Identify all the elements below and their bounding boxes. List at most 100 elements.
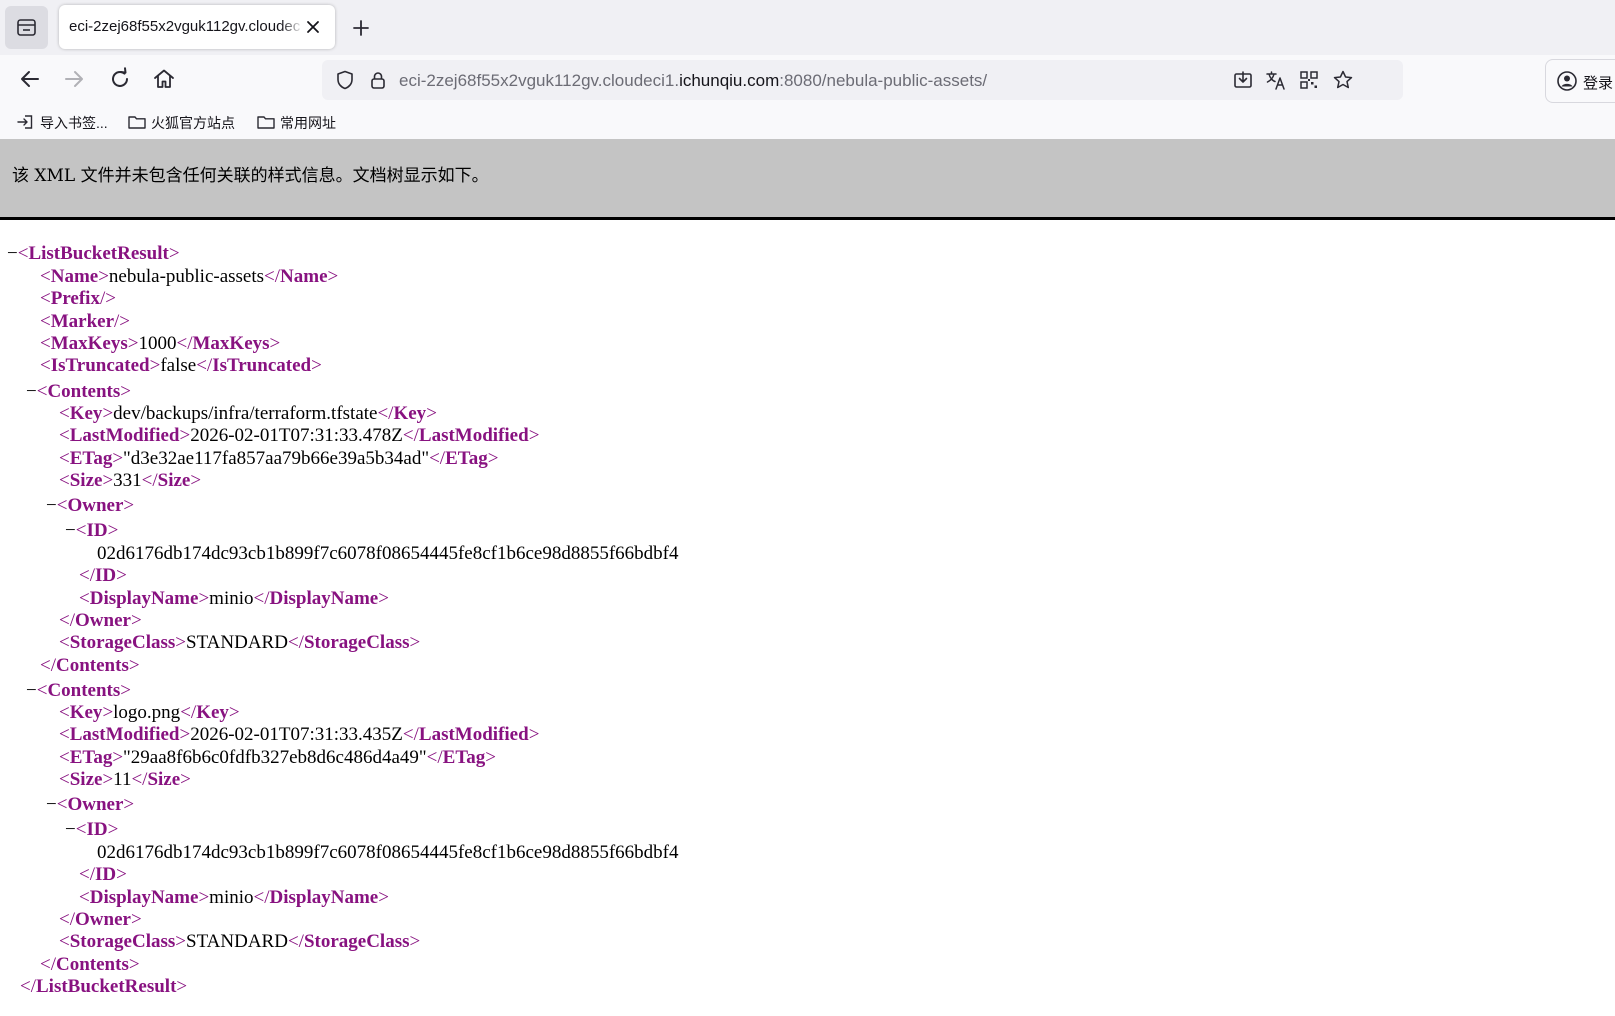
collapse-toggle[interactable]: − <box>46 495 57 516</box>
collapse-toggle[interactable]: − <box>7 243 18 264</box>
xml-document-tree: −<ListBucketResult> <Name>nebula-public-… <box>0 220 1615 1016</box>
xml-root-close: </ListBucketResult> <box>20 976 188 997</box>
xml-style-notice: 该 XML 文件并未包含任何关联的样式信息。文档树显示如下。 <box>0 139 1615 220</box>
xml-etag-value: "29aa8f6b6c0fdfb327eb8d6c486d4a49" <box>123 747 427 768</box>
tab-list-icon <box>17 19 36 36</box>
bookmarks-toolbar: 导入书签... 火狐官方站点 常用网址 <box>0 103 1615 139</box>
import-icon <box>17 115 33 129</box>
home-icon <box>154 69 174 88</box>
xml-owner-close: </Owner> <box>59 909 142 930</box>
xml-owner-open: −<Owner> <box>46 794 135 815</box>
xml-id-close: </ID> <box>79 565 127 586</box>
xml-etag-value: "d3e32ae117fa857aa79b66e39a5b34ad" <box>123 448 430 469</box>
xml-id-close: </ID> <box>79 864 127 885</box>
xml-storageclass-element: <StorageClass>STANDARD</StorageClass> <box>59 632 421 653</box>
xml-size-value: 331 <box>113 470 142 491</box>
url-path: :8080/nebula-public-assets/ <box>779 71 988 90</box>
xml-root-open: −<ListBucketResult> <box>7 243 180 264</box>
reload-icon <box>112 67 128 87</box>
collapse-toggle[interactable]: − <box>46 794 57 815</box>
collapse-toggle[interactable]: − <box>26 381 37 402</box>
home-button[interactable] <box>150 65 178 93</box>
xml-size-element: <Size>11</Size> <box>59 769 191 790</box>
navigation-toolbar: eci-2zej68f55x2vguk112gv.cloudeci1.ichun… <box>0 55 1615 103</box>
xml-displayname-value: minio <box>209 887 254 908</box>
login-label: 登录 <box>1583 75 1614 92</box>
back-button[interactable] <box>16 65 44 93</box>
xml-etag-element: <ETag>"d3e32ae117fa857aa79b66e39a5b34ad"… <box>59 448 499 469</box>
active-tab[interactable]: eci-2zej68f55x2vguk112gv.cloudeci1.ichun… <box>59 5 335 49</box>
url-subdomain: eci-2zej68f55x2vguk112gv.cloudeci1. <box>399 71 680 90</box>
bookmark-folder-label: 常用网址 <box>280 115 336 131</box>
xml-lastmodified-element: <LastModified>2026-02-01T07:31:33.435Z</… <box>59 724 540 745</box>
tab-list-button[interactable] <box>5 6 48 49</box>
xml-maxkeys-element: <MaxKeys>1000</MaxKeys> <box>40 333 281 354</box>
xml-displayname-element: <DisplayName>minio</DisplayName> <box>79 887 389 908</box>
xml-key-element: <Key>logo.png</Key> <box>59 702 240 723</box>
xml-tag: ListBucketResult <box>36 976 177 997</box>
xml-tag: ListBucketResult <box>28 243 169 264</box>
back-arrow-icon <box>21 71 39 87</box>
xml-lastmodified-value: 2026-02-01T07:31:33.478Z <box>190 425 403 446</box>
tab-title: eci-2zej68f55x2vguk112gv.cloudeci1.ichun… <box>69 18 301 35</box>
xml-maxkeys-value: 1000 <box>138 333 177 354</box>
xml-key-value: logo.png <box>113 702 181 723</box>
collapse-toggle[interactable]: − <box>65 520 76 541</box>
account-avatar-icon <box>1557 71 1577 91</box>
xml-key-value: dev/backups/infra/terraform.tfstate <box>113 403 378 424</box>
forward-arrow-icon <box>65 71 83 87</box>
tab-close-button[interactable] <box>303 17 323 37</box>
xml-contents-open: −<Contents> <box>26 680 131 701</box>
xml-etag-element: <ETag>"29aa8f6b6c0fdfb327eb8d6c486d4a49"… <box>59 747 496 768</box>
plus-icon <box>353 20 369 36</box>
xml-style-notice-text: 该 XML 文件并未包含任何关联的样式信息。文档树显示如下。 <box>12 166 489 186</box>
collapse-toggle[interactable]: − <box>65 819 76 840</box>
xml-lastmodified-element: <LastModified>2026-02-01T07:31:33.478Z</… <box>59 425 540 446</box>
xml-id-open: −<ID> <box>65 819 119 840</box>
xml-marker-element: <Marker/> <box>40 311 131 332</box>
close-icon <box>307 21 319 33</box>
xml-istruncated-value: false <box>160 355 197 376</box>
xml-size-element: <Size>331</Size> <box>59 470 202 491</box>
bookmark-star-icon[interactable] <box>1332 69 1354 91</box>
xml-id-open: −<ID> <box>65 520 119 541</box>
url-text[interactable]: eci-2zej68f55x2vguk112gv.cloudeci1.ichun… <box>399 71 987 91</box>
folder-icon <box>128 116 146 129</box>
tracking-protection-shield-icon[interactable] <box>334 69 356 91</box>
xml-size-value: 11 <box>113 769 132 790</box>
folder-icon <box>257 116 275 129</box>
xml-displayname-element: <DisplayName>minio</DisplayName> <box>79 588 389 609</box>
lock-icon[interactable] <box>367 69 389 91</box>
xml-storageclass-value: STANDARD <box>186 931 288 952</box>
xml-istruncated-element: <IsTruncated>false</IsTruncated> <box>40 355 322 376</box>
url-domain: ichunqiu.com <box>679 71 780 90</box>
account-login-button[interactable]: 登录 <box>1545 59 1615 103</box>
reload-button[interactable] <box>106 65 134 93</box>
xml-name-element: <Name>nebula-public-assets</Name> <box>40 266 339 287</box>
xml-owner-open: −<Owner> <box>46 495 135 516</box>
translate-icon[interactable] <box>1265 69 1287 91</box>
address-bar[interactable]: eci-2zej68f55x2vguk112gv.cloudeci1.ichun… <box>322 60 1403 100</box>
collapse-toggle[interactable]: − <box>26 680 37 701</box>
tab-title-fade <box>281 13 303 41</box>
tab-strip: eci-2zej68f55x2vguk112gv.cloudeci1.ichun… <box>0 0 1615 55</box>
xml-storageclass-value: STANDARD <box>186 632 288 653</box>
xml-id-value: 02d6176db174dc93cb1b899f7c6078f08654445f… <box>97 842 679 863</box>
bookmark-import-label: 导入书签... <box>40 115 108 131</box>
forward-button[interactable] <box>60 65 88 93</box>
qr-code-icon[interactable] <box>1298 69 1320 91</box>
xml-key-element: <Key>dev/backups/infra/terraform.tfstate… <box>59 403 437 424</box>
xml-contents-open: −<Contents> <box>26 381 131 402</box>
xml-prefix-element: <Prefix/> <box>40 288 116 309</box>
xml-contents-close: </Contents> <box>40 655 140 676</box>
xml-contents-close: </Contents> <box>40 954 140 975</box>
xml-lastmodified-value: 2026-02-01T07:31:33.435Z <box>190 724 403 745</box>
new-tab-button[interactable] <box>349 16 373 40</box>
bookmark-folder-label: 火狐官方站点 <box>151 115 235 131</box>
xml-id-value: 02d6176db174dc93cb1b899f7c6078f08654445f… <box>97 543 679 564</box>
xml-owner-close: </Owner> <box>59 610 142 631</box>
xml-storageclass-element: <StorageClass>STANDARD</StorageClass> <box>59 931 421 952</box>
xml-displayname-value: minio <box>209 588 254 609</box>
save-to-pocket-icon[interactable] <box>1232 69 1254 91</box>
xml-name-value: nebula-public-assets <box>108 266 265 287</box>
